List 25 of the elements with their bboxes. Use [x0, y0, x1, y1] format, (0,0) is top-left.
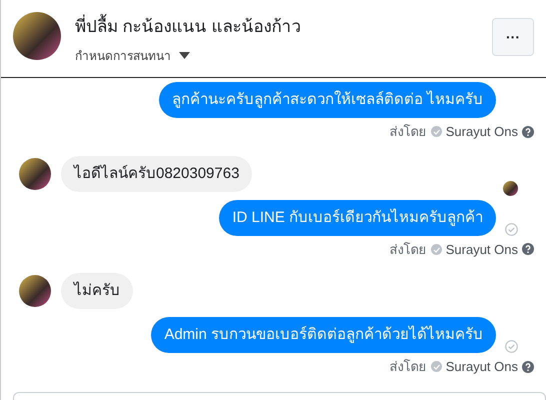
- message-bubble: ID LINE กับเบอร์เดียวกันไหมครับลูกค้า: [219, 200, 496, 236]
- sent-by-label: ส่งโดย: [390, 358, 427, 376]
- message-bubble: ไม่ครับ: [61, 273, 133, 309]
- message-bubble: ไอดีไลน์ครับ0820309763: [61, 156, 252, 192]
- message-bubble: ลูกค้านะครับลูกค้าสะดวกให้เซลล์ติดต่อ ไหมครับ: [158, 82, 496, 118]
- message-bubble: Admin รบกวนขอเบอร์ติดต่อลูกค้าด้วยได้ไหมครับ: [151, 317, 496, 353]
- caret-down-icon[interactable]: [179, 52, 190, 59]
- sent-by-label: ส่งโดย: [390, 240, 427, 258]
- sender-name: Surayut Ons: [446, 358, 518, 376]
- sender-avatar-photo: [19, 275, 51, 307]
- help-icon[interactable]: [522, 126, 534, 138]
- help-icon[interactable]: [522, 243, 534, 256]
- conversation-title: พี่ปลื้ม กะน้องแนน และน้องก้าว: [75, 14, 302, 40]
- sent-by-label: ส่งโดย: [390, 123, 427, 141]
- conversation-settings-dropdown[interactable]: กำหนดการสนทนา: [75, 46, 190, 64]
- verified-icon: [430, 244, 442, 255]
- verified-icon: [430, 126, 442, 138]
- sender-avatar-photo: [19, 158, 51, 190]
- avatar-photo: [13, 12, 61, 60]
- sender-name: Surayut Ons: [446, 123, 518, 141]
- message-input-field[interactable]: [13, 392, 546, 400]
- verified-icon: [430, 361, 442, 372]
- sender-name: Surayut Ons: [446, 240, 518, 259]
- more-options-button[interactable]: ···: [492, 18, 534, 56]
- help-icon[interactable]: [522, 360, 534, 373]
